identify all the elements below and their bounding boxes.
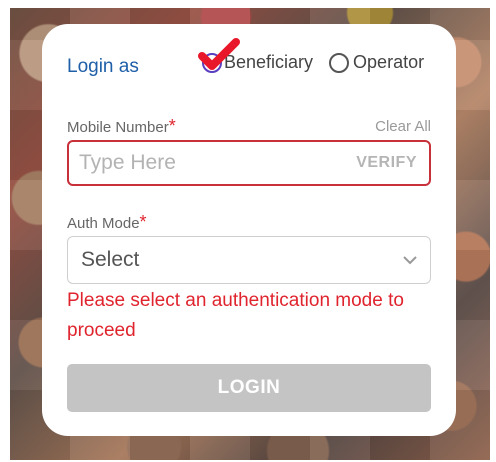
required-mark: * — [139, 212, 147, 232]
login-as-label: Login as — [67, 56, 139, 77]
mobile-number-label: Mobile Number* — [67, 116, 176, 137]
mobile-number-label-text: Mobile Number — [67, 119, 169, 136]
mobile-number-input[interactable] — [79, 151, 339, 175]
auth-mode-select[interactable]: Select — [67, 236, 431, 284]
auth-mode-label: Auth Mode* — [67, 212, 147, 233]
login-card: Login as Beneficiary Operator Mobile Num… — [42, 24, 456, 436]
role-radio-group: Beneficiary Operator — [198, 38, 424, 73]
auth-mode-label-text: Auth Mode — [67, 215, 140, 232]
mobile-number-field: VERIFY — [67, 140, 431, 186]
role-option-operator[interactable]: Operator — [329, 52, 424, 73]
required-mark: * — [168, 116, 176, 136]
chevron-down-icon — [403, 256, 417, 265]
auth-mode-error-message: Please select an authentication mode to … — [67, 290, 404, 341]
clear-all-link[interactable]: Clear All — [375, 118, 431, 135]
role-option-beneficiary[interactable]: Beneficiary — [198, 38, 313, 73]
operator-label: Operator — [353, 52, 425, 72]
operator-radio[interactable] — [329, 52, 350, 73]
verify-button[interactable]: VERIFY — [356, 154, 417, 172]
auth-mode-selected-value: Select — [81, 248, 140, 271]
red-checkmark-icon — [198, 38, 240, 70]
login-button[interactable]: LOGIN — [67, 364, 431, 412]
